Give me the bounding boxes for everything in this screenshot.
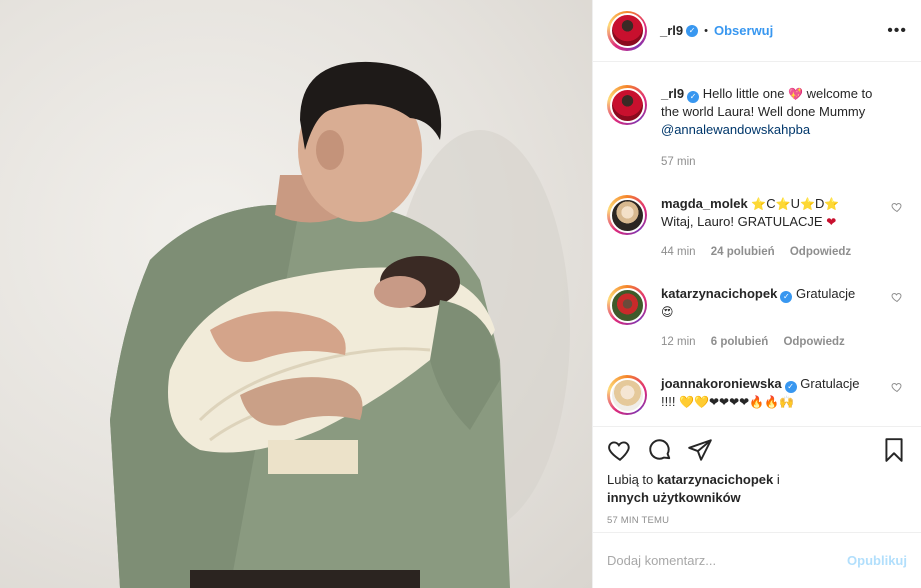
- reply-button[interactable]: Odpowiedz: [790, 246, 851, 258]
- heart-eyes-emoji: 😍: [661, 305, 674, 319]
- heart-icon[interactable]: [891, 381, 903, 393]
- comment-text: C: [766, 196, 776, 211]
- comment-input[interactable]: [607, 553, 848, 568]
- comment-time[interactable]: 12 min: [661, 336, 696, 348]
- commenter-username[interactable]: magda_molek: [661, 196, 748, 211]
- comment-likes-count[interactable]: 6 polubień: [711, 336, 769, 348]
- comment-item: katarzynacichopek ✓ Gratulacje 😍 12 min 6…: [593, 261, 921, 351]
- comment-text: Witaj, Lauro! GRATULACJE: [661, 214, 823, 229]
- comments-list[interactable]: _rl9 ✓ Hello little one 💖 welcome to the …: [593, 63, 921, 426]
- liked-by-connector: i: [776, 472, 780, 487]
- star-emoji: ⭐: [800, 197, 815, 211]
- star-emoji: ⭐: [775, 197, 791, 211]
- verified-badge-icon: ✓: [687, 91, 700, 103]
- commenter-username[interactable]: katarzynacichopek: [661, 286, 777, 301]
- post-sidebar: _rl9 ✓ • Obserwuj ••• _rl9 ✓ Hello little…: [592, 0, 921, 588]
- comment-text: D: [814, 196, 825, 211]
- caption-mention-link[interactable]: @annalewandowskahpba: [661, 122, 810, 137]
- hearts-fire-hands-emoji: 💛💛❤❤❤❤🔥🔥🙌: [679, 395, 795, 409]
- commenter-avatar[interactable]: [607, 285, 647, 325]
- comment-text: U: [790, 196, 801, 211]
- liked-by-text: Lubią to katarzynacichopek i innych użyt…: [607, 471, 907, 507]
- sparkling-heart-emoji: 💖: [788, 87, 803, 101]
- more-options-icon[interactable]: •••: [887, 22, 907, 40]
- liked-by-user-link[interactable]: katarzynacichopek: [657, 472, 773, 487]
- comment-text: Gratulacje: [795, 286, 856, 301]
- liked-by-prefix: Lubią to: [607, 472, 654, 487]
- comment-text: Gratulacje: [800, 376, 860, 391]
- paper-plane-icon[interactable]: [687, 437, 713, 463]
- author-avatar[interactable]: [607, 10, 647, 51]
- verified-badge-icon: ✓: [686, 24, 699, 37]
- liked-by-others-link[interactable]: innych użytkowników: [607, 490, 741, 505]
- commenter-avatar[interactable]: [607, 375, 647, 415]
- author-username[interactable]: _rl9: [660, 23, 683, 38]
- commenter-username[interactable]: joannakoroniewska: [661, 376, 782, 391]
- commenter-avatar[interactable]: [607, 195, 647, 235]
- star-emoji: ⭐: [824, 197, 840, 211]
- post-actions: Lubią to katarzynacichopek i innych użyt…: [593, 426, 921, 526]
- add-comment-bar: Opublikuj: [593, 532, 921, 588]
- comment-text: !!!!: [661, 394, 676, 409]
- comment-time[interactable]: 44 min: [661, 246, 696, 258]
- comment-bubble-icon[interactable]: [647, 437, 673, 463]
- verified-badge-icon: ✓: [780, 291, 793, 303]
- publish-button[interactable]: Opublikuj: [847, 553, 907, 568]
- caption-author-username[interactable]: _rl9: [661, 86, 684, 101]
- reply-button[interactable]: Odpowiedz: [783, 336, 844, 348]
- verified-badge-icon: ✓: [784, 381, 797, 393]
- action-icons-row: [607, 435, 907, 465]
- star-emoji: ⭐: [751, 197, 767, 211]
- red-heart-emoji: ❤: [826, 215, 837, 229]
- heart-icon[interactable]: [607, 437, 633, 463]
- caption-time[interactable]: 57 min: [661, 156, 696, 168]
- separator-dot: •: [704, 24, 708, 37]
- comment-item: joannakoroniewska ✓ Gratulacje !!!! 💛💛❤❤❤…: [593, 351, 921, 415]
- follow-button[interactable]: Obserwuj: [714, 23, 773, 38]
- comment-item: magda_molek ⭐C⭐U⭐D⭐ Witaj, Lauro! GRATUL…: [593, 171, 921, 261]
- photo-illustration: [110, 61, 570, 588]
- comment-likes-count[interactable]: 24 polubień: [711, 246, 775, 258]
- caption-text-part1: Hello little one: [702, 86, 785, 101]
- caption-author-avatar[interactable]: [607, 85, 647, 125]
- post-photo[interactable]: [0, 0, 592, 588]
- post-timestamp[interactable]: 57 MIN TEMU: [607, 515, 907, 526]
- heart-icon[interactable]: [891, 201, 903, 213]
- post-caption: _rl9 ✓ Hello little one 💖 welcome to the …: [593, 63, 921, 171]
- heart-icon[interactable]: [891, 291, 903, 303]
- post-header: _rl9 ✓ • Obserwuj •••: [593, 0, 921, 62]
- bookmark-icon[interactable]: [881, 437, 907, 463]
